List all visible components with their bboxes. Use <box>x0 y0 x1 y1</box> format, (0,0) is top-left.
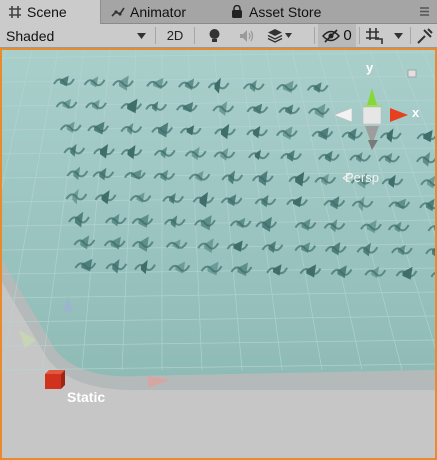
projection-mode-label[interactable]: Persp <box>345 170 379 185</box>
static-label: Static <box>67 389 105 405</box>
scene-tools-button[interactable] <box>413 24 437 47</box>
window-tab-bar: Scene Animator Asset Store <box>0 0 437 24</box>
scene-lighting-button[interactable] <box>198 24 230 47</box>
gizmo-x-label: x <box>412 105 420 120</box>
eye-hidden-icon <box>322 28 341 43</box>
store-bag-icon <box>232 5 242 18</box>
gizmo-center-cube[interactable] <box>362 106 382 125</box>
scene-effects-dropdown[interactable] <box>264 24 294 47</box>
tab-scene-label: Scene <box>27 4 67 20</box>
gizmo-y-label: y <box>366 60 374 75</box>
scene-viewport: y x Persp Static <box>2 50 435 458</box>
tools-icon <box>417 27 433 44</box>
layers-icon <box>267 29 282 43</box>
tab-scene[interactable]: Scene <box>0 0 101 24</box>
lightbulb-icon <box>209 28 219 42</box>
hidden-objects-toggle[interactable]: 0 <box>318 24 356 47</box>
speaker-icon <box>240 29 254 42</box>
scene-audio-button[interactable] <box>232 24 262 47</box>
shading-mode-dropdown[interactable]: Shaded <box>0 24 152 47</box>
tab-animator[interactable]: Animator <box>103 0 221 24</box>
tab-animator-label: Animator <box>130 4 187 20</box>
grid-snap-icon <box>366 27 383 44</box>
2d-mode-button[interactable]: 2D <box>159 24 191 47</box>
chevron-down-icon <box>393 32 403 39</box>
hidden-count: 0 <box>343 27 352 44</box>
chevron-down-icon <box>137 32 146 39</box>
scene-view[interactable]: y x Persp Static <box>0 48 437 460</box>
grid-snapping-button[interactable] <box>362 24 386 47</box>
scene-toolbar: Shaded 2D 0 <box>0 24 437 48</box>
grid-settings-dropdown[interactable] <box>388 24 408 47</box>
shading-mode-value: Shaded <box>6 27 55 44</box>
animator-icon <box>111 7 125 17</box>
grid-icon <box>9 6 21 18</box>
static-object-cube[interactable] <box>45 370 65 389</box>
tab-asset-store-label: Asset Store <box>249 4 322 20</box>
gizmo-lock-icon[interactable] <box>407 69 417 78</box>
tab-menu-icon[interactable] <box>418 5 431 18</box>
tab-asset-store[interactable]: Asset Store <box>222 0 342 24</box>
chevron-down-icon <box>284 33 292 38</box>
